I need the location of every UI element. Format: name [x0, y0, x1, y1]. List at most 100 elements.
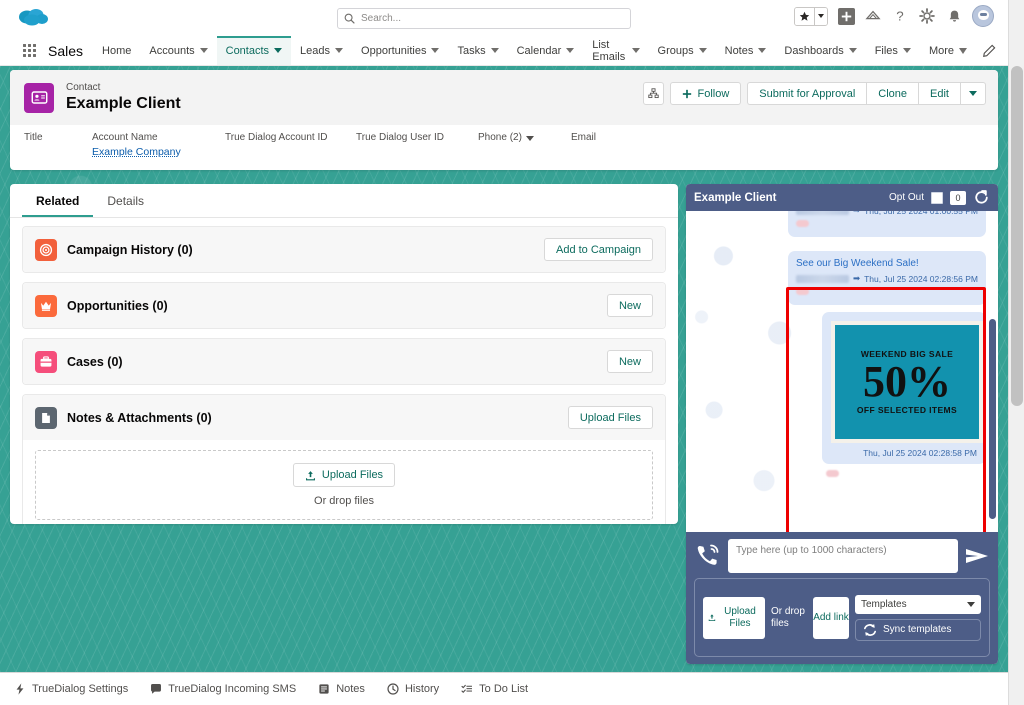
utility-truedialog-settings[interactable]: TrueDialog Settings	[14, 683, 128, 695]
learning-trailhead-icon[interactable]	[864, 7, 882, 25]
chevron-down-icon[interactable]	[902, 48, 911, 53]
field-truedialog-account-id: True Dialog Account ID	[225, 131, 356, 145]
chevron-down-icon[interactable]	[490, 48, 499, 53]
related-list-title: Opportunities (0)	[67, 298, 168, 313]
mms-image-attachment[interactable]: WEEKEND BIG SALE 50% OFF SELECTED ITEMS	[831, 321, 983, 443]
utility-history[interactable]: History	[387, 683, 439, 695]
favorites-star-icon[interactable]	[795, 7, 814, 25]
upload-files-button[interactable]: Upload Files	[567, 406, 653, 429]
templates-column: Templates Sync templates	[855, 594, 981, 641]
chevron-down-icon[interactable]	[525, 135, 534, 141]
nav-item-contacts[interactable]: Contacts	[216, 36, 292, 65]
opt-out-checkbox[interactable]	[931, 191, 943, 204]
nav-item-notes[interactable]: Notes	[716, 36, 776, 65]
scrollbar-thumb[interactable]	[1011, 66, 1023, 406]
nav-item-dashboards[interactable]: Dashboards	[775, 36, 865, 65]
nav-item-leads[interactable]: Leads	[291, 36, 352, 65]
tab-related[interactable]: Related	[22, 184, 93, 217]
nav-item-tasks[interactable]: Tasks	[448, 36, 507, 65]
search-input[interactable]	[361, 13, 624, 24]
sms-message-input[interactable]	[728, 539, 958, 573]
nav-item-list-emails[interactable]: List Emails	[583, 36, 648, 65]
chevron-down-icon[interactable]	[566, 48, 575, 53]
chevron-down-icon[interactable]	[631, 48, 640, 53]
new-opportunity-button[interactable]: New	[606, 294, 653, 317]
field-label: Account Name	[92, 132, 158, 143]
upload-files-inline-button[interactable]: Upload Files	[292, 463, 396, 487]
nav-item-files[interactable]: Files	[866, 36, 920, 65]
browser-vertical-scrollbar[interactable]	[1008, 0, 1024, 705]
chevron-down-icon	[967, 601, 975, 607]
sms-scrollbar[interactable]	[989, 319, 996, 519]
chevron-down-icon[interactable]	[848, 48, 857, 53]
sync-icon	[862, 622, 878, 638]
nav-label: Groups	[657, 44, 694, 57]
global-add-icon[interactable]	[837, 7, 855, 25]
edit-button[interactable]: Edit	[918, 82, 960, 105]
account-name-link[interactable]: Example Company	[92, 146, 181, 158]
related-list-title: Notes & Attachments (0)	[67, 410, 212, 425]
global-search[interactable]	[337, 8, 631, 29]
salesforce-cloud-logo[interactable]	[16, 6, 50, 28]
templates-dropdown[interactable]: Templates	[855, 594, 981, 614]
more-actions-button[interactable]	[960, 82, 986, 105]
add-link-button[interactable]: Add link	[813, 596, 849, 639]
user-avatar[interactable]	[972, 5, 994, 27]
edit-page-pencil-icon[interactable]	[976, 36, 1008, 65]
utility-truedialog-incoming-sms[interactable]: TrueDialog Incoming SMS	[150, 683, 296, 695]
field-title: Title	[24, 131, 92, 145]
follow-button[interactable]: Follow	[670, 82, 742, 105]
chevron-down-icon[interactable]	[431, 48, 440, 53]
nav-label: Contacts	[225, 44, 270, 57]
favorites-caret-icon[interactable]	[814, 7, 827, 25]
chevron-down-icon[interactable]	[959, 47, 967, 54]
sync-templates-label: Sync templates	[883, 624, 952, 635]
sms-message-meta: ➡ Thu, Jul 25 2024 01:00:55 PM	[796, 211, 978, 216]
app-name[interactable]: Sales	[48, 36, 83, 65]
related-list-container: Campaign History (0) Add to Campaign Opp…	[10, 218, 678, 524]
nav-item-calendar[interactable]: Calendar	[508, 36, 584, 65]
nav-item-groups[interactable]: Groups	[649, 36, 716, 65]
truedialog-sms-panel: Example Client Opt Out 0 ➡ Th	[686, 184, 998, 664]
new-case-button[interactable]: New	[606, 350, 653, 373]
chevron-down-icon[interactable]	[698, 48, 707, 53]
nav-item-home[interactable]: Home	[93, 36, 140, 65]
favorites-group[interactable]	[794, 6, 828, 26]
mms-image-line3: OFF SELECTED ITEMS	[856, 405, 958, 415]
utility-label: TrueDialog Settings	[32, 683, 129, 695]
nav-item-opportunities[interactable]: Opportunities	[352, 36, 448, 65]
nav-item-more[interactable]: More	[920, 36, 976, 65]
chevron-down-icon[interactable]	[199, 48, 208, 53]
sync-templates-button[interactable]: Sync templates	[855, 618, 981, 641]
plus-icon	[683, 89, 692, 98]
notifications-bell-icon[interactable]	[945, 7, 963, 25]
upload-icon	[305, 470, 315, 480]
app-launcher-icon[interactable]	[16, 36, 42, 65]
page-title: Example Client	[66, 95, 181, 112]
composer-input-row	[694, 539, 990, 573]
clone-button[interactable]: Clone	[866, 82, 919, 105]
chevron-down-icon[interactable]	[335, 48, 344, 53]
nav-item-accounts[interactable]: Accounts	[140, 36, 216, 65]
send-arrow-icon[interactable]	[964, 543, 990, 569]
tab-details[interactable]: Details	[93, 184, 158, 217]
sms-panel-header: Example Client Opt Out 0	[686, 184, 998, 211]
mms-image-line2: 50%	[863, 357, 951, 406]
field-phone[interactable]: Phone (2)	[478, 131, 571, 145]
hierarchy-icon[interactable]	[643, 82, 665, 105]
utility-notes[interactable]: Notes	[318, 683, 365, 695]
file-dropzone[interactable]: Upload Files Or drop files	[35, 450, 653, 520]
utility-to-do-list[interactable]: To Do List	[461, 683, 528, 695]
setup-gear-icon[interactable]	[918, 7, 936, 25]
chevron-down-icon[interactable]	[274, 48, 283, 53]
help-icon[interactable]: ?	[891, 7, 909, 25]
composer-upload-files-button[interactable]: Upload Files	[703, 596, 765, 639]
chevron-down-icon[interactable]	[758, 48, 767, 53]
nav-label: Accounts	[149, 44, 195, 57]
sms-message-list[interactable]: ➡ Thu, Jul 25 2024 01:00:55 PM See our B…	[686, 211, 998, 532]
nav-label: More	[928, 44, 954, 57]
refresh-icon[interactable]	[973, 189, 990, 206]
upload-icon	[708, 614, 716, 622]
add-to-campaign-button[interactable]: Add to Campaign	[544, 238, 653, 261]
submit-for-approval-button[interactable]: Submit for Approval	[747, 82, 867, 105]
